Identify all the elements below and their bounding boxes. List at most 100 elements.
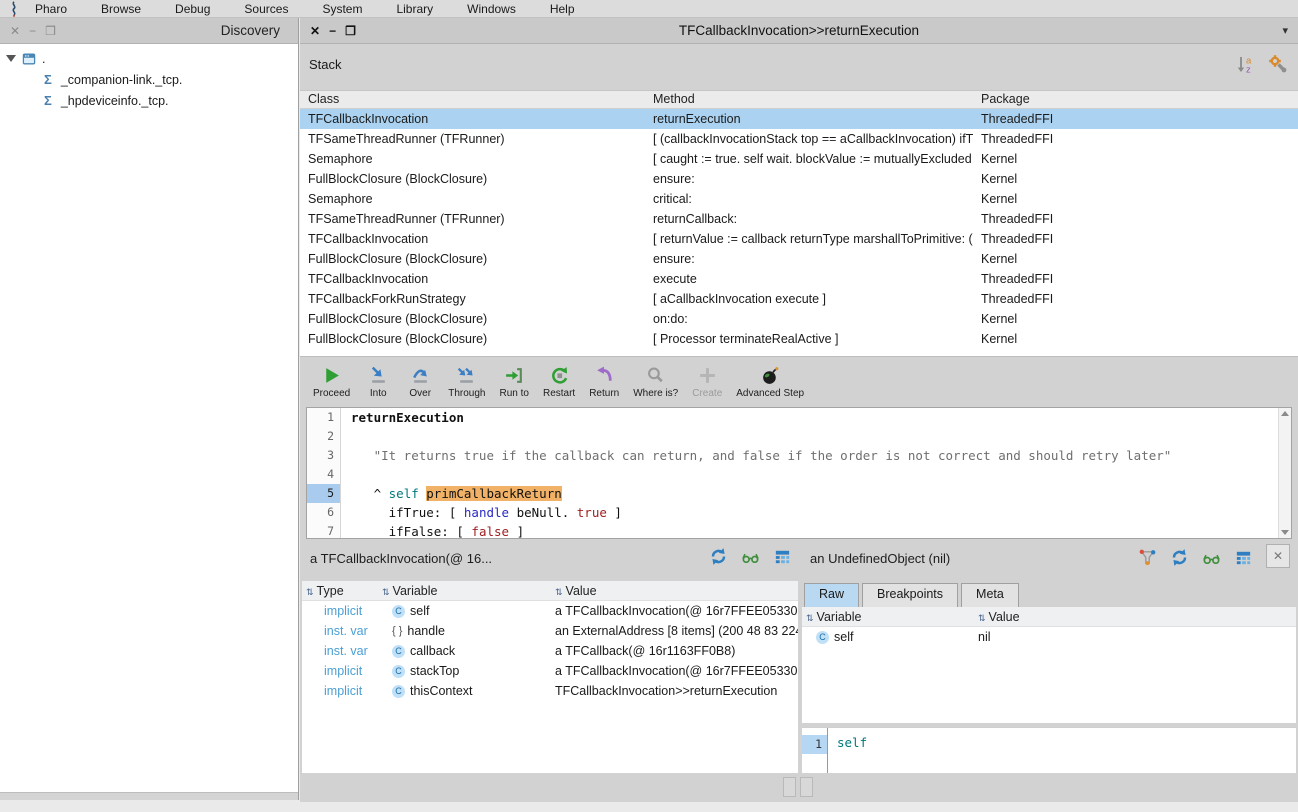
- column-header-package[interactable]: Package: [973, 91, 1298, 108]
- through-button[interactable]: Through: [443, 363, 490, 401]
- column-header-variable[interactable]: Variable: [393, 584, 438, 598]
- stack-cell-method: [ Processor terminateRealActive ]: [645, 329, 973, 349]
- minimize-icon[interactable]: −: [29, 18, 36, 44]
- editor-scrollbar[interactable]: [1278, 408, 1291, 538]
- mini-editor-code[interactable]: self: [828, 728, 1296, 773]
- stack-row[interactable]: TFCallbackForkRunStrategy[ aCallbackInvo…: [300, 289, 1298, 309]
- variable-type: implicit: [302, 681, 378, 701]
- menu-item-debug[interactable]: Debug: [166, 2, 235, 16]
- stack-row[interactable]: TFSameThreadRunner (TFRunner)[ (callback…: [300, 129, 1298, 149]
- expander-triangle-icon[interactable]: [6, 55, 16, 62]
- stack-row[interactable]: TFSameThreadRunner (TFRunner)returnCallb…: [300, 209, 1298, 229]
- variable-row[interactable]: implicitCselfa TFCallbackInvocation(@ 16…: [302, 601, 798, 621]
- stack-row[interactable]: TFCallbackInvocationexecuteThreadedFFI: [300, 269, 1298, 289]
- runto-button[interactable]: Run to: [495, 363, 534, 401]
- code-line: ifTrue: [ handle beNull. true ]: [351, 503, 1278, 522]
- code-editor[interactable]: 1234567 returnExecution "It returns true…: [306, 407, 1292, 539]
- whereis-button[interactable]: Where is?: [628, 363, 683, 401]
- stack-cell-package: ThreadedFFI: [973, 209, 1298, 229]
- scroll-down-icon[interactable]: [1281, 530, 1289, 535]
- proceed-button[interactable]: Proceed: [308, 363, 355, 401]
- return-button[interactable]: Return: [584, 363, 624, 401]
- tree-root-label: .: [42, 52, 45, 66]
- advanced-button[interactable]: Advanced Step: [731, 363, 809, 401]
- stack-row[interactable]: FullBlockClosure (BlockClosure)[ Process…: [300, 329, 1298, 349]
- stack-cell-class: FullBlockClosure (BlockClosure): [300, 169, 645, 189]
- toolbar-button-label: Advanced Step: [736, 388, 804, 399]
- variable-row[interactable]: implicitCstackTopa TFCallbackInvocation(…: [302, 661, 798, 681]
- pager-next-button[interactable]: [800, 777, 813, 797]
- column-header-class[interactable]: Class: [300, 91, 645, 108]
- tree-item[interactable]: Σ_hpdeviceinfo._tcp.: [0, 90, 298, 111]
- into-button[interactable]: Into: [359, 363, 397, 401]
- inspect-glasses-icon[interactable]: [741, 547, 760, 566]
- debug-toolbar: Proceed Into OverThroughRun toRestartRetur…: [300, 356, 1298, 407]
- variable-name: CthisContext: [378, 681, 551, 701]
- restart-button[interactable]: Restart: [538, 363, 580, 401]
- menu-item-pharo[interactable]: Pharo: [26, 2, 92, 16]
- browse-icon[interactable]: [1234, 548, 1253, 567]
- stack-cell-package: Kernel: [973, 249, 1298, 269]
- window-menu-icon[interactable]: ▾: [1282, 18, 1288, 44]
- variable-row[interactable]: Cselfnil: [802, 627, 1296, 647]
- inspector-code-editor[interactable]: 1 self: [802, 727, 1296, 773]
- menu-item-browse[interactable]: Browse: [92, 2, 166, 16]
- variable-row[interactable]: implicitCthisContextTFCallbackInvocation…: [302, 681, 798, 701]
- toolbar-button-label: Into: [370, 388, 387, 399]
- column-header-type[interactable]: Type: [317, 584, 344, 598]
- menu-item-library[interactable]: Library: [387, 2, 458, 16]
- stack-cell-method: [ (callbackInvocationStack top == aCallb…: [645, 129, 973, 149]
- maximize-icon[interactable]: ❒: [45, 18, 56, 44]
- sort-az-icon[interactable]: az: [1236, 54, 1256, 74]
- tab-breakpoints[interactable]: Breakpoints: [862, 583, 958, 607]
- minimize-icon[interactable]: −: [329, 18, 336, 44]
- stack-row[interactable]: FullBlockClosure (BlockClosure)ensure:Ke…: [300, 169, 1298, 189]
- stack-row[interactable]: TFCallbackInvocation[ returnValue := cal…: [300, 229, 1298, 249]
- column-header-method[interactable]: Method: [645, 91, 973, 108]
- stack-row[interactable]: Semaphorecritical:Kernel: [300, 189, 1298, 209]
- debugger-window: TFCallbackInvocation>>returnExecution ✕ …: [300, 18, 1298, 802]
- filter-funnel-icon[interactable]: [1138, 548, 1157, 567]
- menu-item-sources[interactable]: Sources: [235, 2, 313, 16]
- close-inspector-button[interactable]: ✕: [1266, 544, 1290, 568]
- close-icon[interactable]: ✕: [310, 18, 320, 44]
- maximize-icon[interactable]: ❒: [345, 18, 356, 44]
- tree-item[interactable]: Σ_companion-link._tcp.: [0, 69, 298, 90]
- column-header-value[interactable]: Value: [989, 610, 1020, 624]
- browse-icon[interactable]: [773, 547, 792, 566]
- inspector-left: a TFCallbackInvocation(@ 16... ⇅Type ⇅Va…: [302, 539, 798, 773]
- tree-root-item[interactable]: .: [0, 48, 298, 69]
- through-icon: [456, 365, 477, 386]
- close-icon[interactable]: ✕: [10, 18, 20, 44]
- stack-row[interactable]: Semaphore[ caught := true. self wait. bl…: [300, 149, 1298, 169]
- whereis-icon: [645, 365, 666, 386]
- code-line: "It returns true if the callback can ret…: [351, 446, 1278, 465]
- column-header-value[interactable]: Value: [566, 584, 597, 598]
- refresh-icon[interactable]: [1170, 548, 1189, 567]
- stack-cell-method: [ aCallbackInvocation execute ]: [645, 289, 973, 309]
- over-icon: [410, 365, 431, 386]
- settings-wrench-icon[interactable]: [1268, 54, 1288, 74]
- scroll-up-icon[interactable]: [1281, 411, 1289, 416]
- column-header-variable[interactable]: Variable: [817, 610, 862, 624]
- menu-item-help[interactable]: Help: [541, 2, 600, 16]
- menu-item-system[interactable]: System: [313, 2, 387, 16]
- tab-meta[interactable]: Meta: [961, 583, 1019, 607]
- editor-code[interactable]: returnExecution "It returns true if the …: [342, 408, 1278, 538]
- menu-item-windows[interactable]: Windows: [458, 2, 541, 16]
- line-number: 7: [307, 522, 340, 539]
- create-button[interactable]: Create: [687, 363, 727, 401]
- pager-prev-button[interactable]: [783, 777, 796, 797]
- variable-row[interactable]: inst. var{ }handlean ExternalAddress [8 …: [302, 621, 798, 641]
- inspect-glasses-icon[interactable]: [1202, 548, 1221, 567]
- variable-row[interactable]: inst. varCcallbacka TFCallback(@ 16r1163…: [302, 641, 798, 661]
- code-line: ifFalse: [ false ]: [351, 522, 1278, 538]
- tab-raw[interactable]: Raw: [804, 583, 859, 607]
- stack-row[interactable]: FullBlockClosure (BlockClosure)on:do:Ker…: [300, 309, 1298, 329]
- variable-name: CstackTop: [378, 661, 551, 681]
- over-button[interactable]: Over: [401, 363, 439, 401]
- refresh-icon[interactable]: [709, 547, 728, 566]
- class-icon: C: [816, 631, 829, 644]
- stack-row[interactable]: FullBlockClosure (BlockClosure)ensure:Ke…: [300, 249, 1298, 269]
- stack-row[interactable]: TFCallbackInvocationreturnExecutionThrea…: [300, 109, 1298, 129]
